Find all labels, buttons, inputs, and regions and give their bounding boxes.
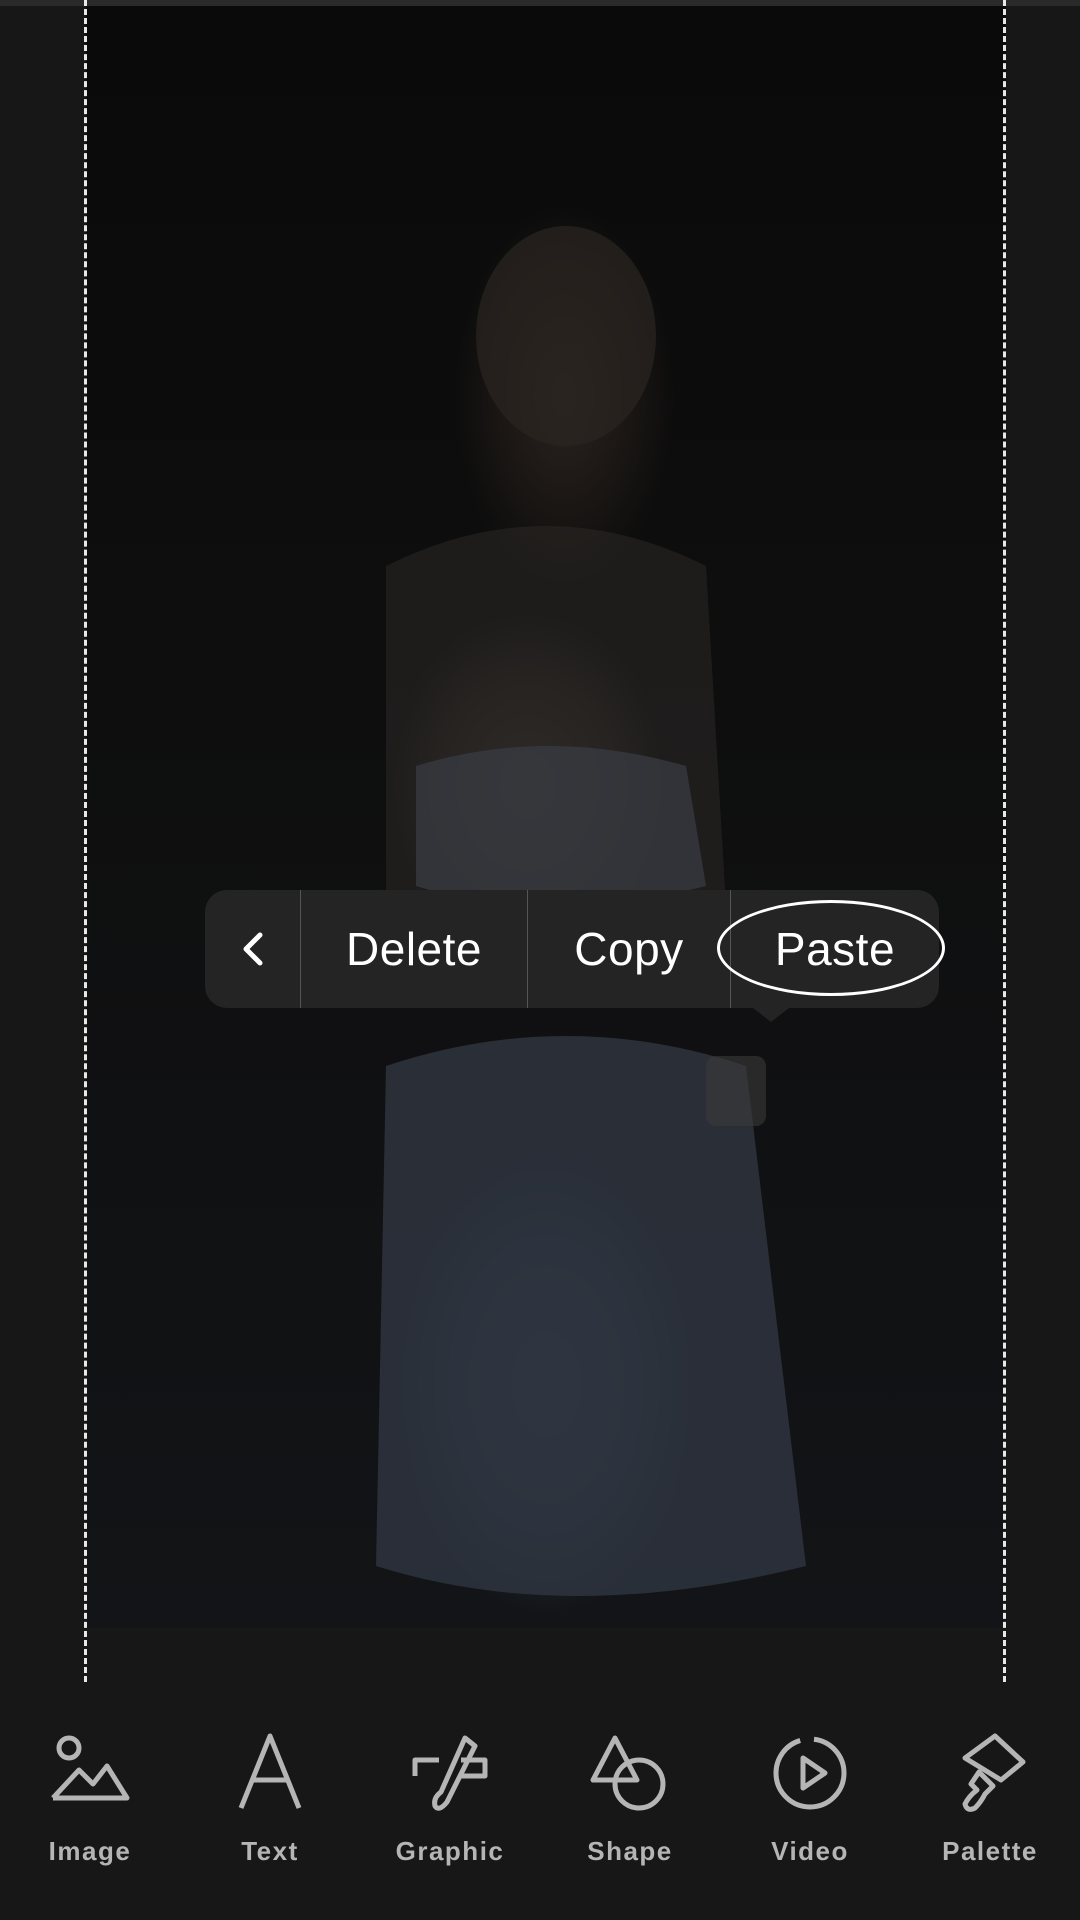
toolbar-item-graphic[interactable]: Graphic: [360, 1720, 540, 1920]
canvas-guide-right: [1003, 0, 1006, 1682]
toolbar-label-image: Image: [48, 1836, 132, 1866]
toolbar-label-graphic: Graphic: [395, 1836, 505, 1866]
bottom-toolbar: Image Text Graphic Shape Video Palette: [0, 1720, 1080, 1920]
chevron-left-icon: [243, 932, 262, 966]
context-menu: Delete Copy Paste: [205, 890, 945, 1022]
design-canvas[interactable]: [86, 6, 1006, 1628]
toolbar-item-video[interactable]: Video: [720, 1720, 900, 1920]
paste-button[interactable]: Paste: [717, 890, 945, 1008]
toolbar-label-shape: Shape: [587, 1836, 673, 1866]
delete-label: Delete: [346, 923, 482, 975]
menu-back-button[interactable]: [205, 890, 301, 1008]
palette-icon: [945, 1728, 1035, 1818]
graphic-icon: [405, 1728, 495, 1818]
paste-highlight-ring: [717, 900, 945, 996]
toolbar-item-palette[interactable]: Palette: [900, 1720, 1080, 1920]
copy-label: Copy: [574, 923, 684, 975]
video-icon: [765, 1728, 855, 1818]
text-icon: [225, 1728, 315, 1818]
delete-button[interactable]: Delete: [301, 890, 528, 1008]
shape-icon: [585, 1728, 675, 1818]
toolbar-label-text: Text: [241, 1836, 299, 1866]
image-icon: [45, 1728, 135, 1818]
toolbar-label-video: Video: [771, 1836, 849, 1866]
toolbar-label-palette: Palette: [942, 1836, 1038, 1866]
toolbar-item-text[interactable]: Text: [180, 1720, 360, 1920]
canvas-guide-left: [84, 0, 87, 1682]
toolbar-item-shape[interactable]: Shape: [540, 1720, 720, 1920]
photo-image: [376, 226, 806, 1596]
copy-button[interactable]: Copy: [528, 890, 731, 1008]
toolbar-item-image[interactable]: Image: [0, 1720, 180, 1920]
